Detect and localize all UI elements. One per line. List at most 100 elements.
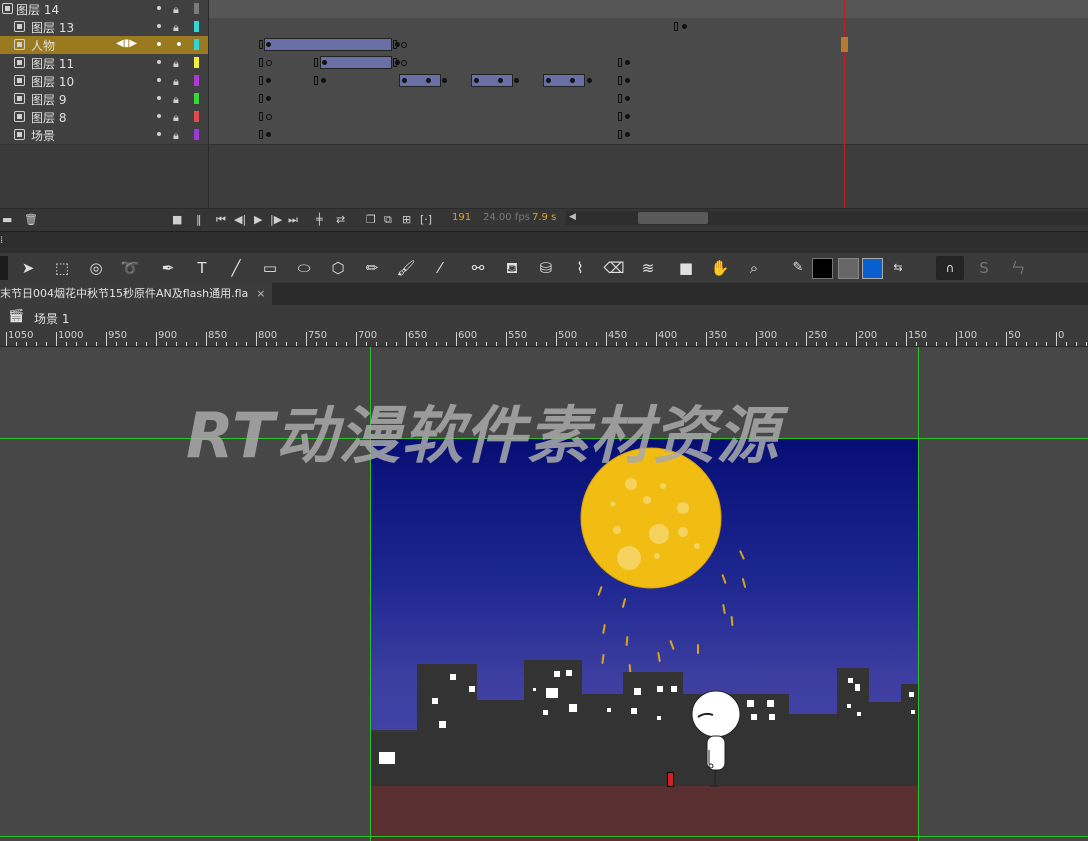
fill-color-swatch[interactable]	[862, 258, 883, 279]
keyframe-end-marker[interactable]	[618, 130, 622, 139]
keyframe[interactable]	[570, 78, 575, 83]
layer-color-swatch[interactable]	[194, 57, 199, 68]
scene-breadcrumb[interactable]: 场景 1	[34, 310, 69, 327]
frame-row[interactable]	[209, 90, 1088, 109]
pencil-icon[interactable]: ✏	[360, 256, 384, 280]
lock-icon[interactable]: 🔒︎	[173, 93, 179, 107]
keyframe[interactable]	[625, 96, 630, 101]
firework-tube[interactable]	[667, 772, 674, 787]
keyframe-end-marker[interactable]	[259, 76, 263, 85]
motion-tween-span[interactable]	[264, 38, 392, 51]
eraser-icon[interactable]: ⌫	[602, 256, 626, 280]
layer-row[interactable]: 场景 🔒︎	[0, 126, 208, 145]
loop-icon[interactable]: ⇄	[336, 213, 345, 226]
zoom-icon[interactable]: ⌕	[742, 256, 766, 280]
paint-brush-icon[interactable]: 🖌︎	[394, 256, 418, 280]
frame-row[interactable]	[209, 36, 1088, 55]
visibility-dot-icon[interactable]	[157, 60, 161, 64]
step-back-icon[interactable]: ◀|	[234, 213, 246, 226]
lasso-icon[interactable]: ➰	[118, 256, 142, 280]
ink-bottle-icon[interactable]: ⛁	[534, 256, 558, 280]
keyframe-end-marker[interactable]	[618, 112, 622, 121]
width-icon[interactable]: ≋	[636, 256, 660, 280]
camera-layer-icon[interactable]: ■	[172, 213, 182, 226]
bone-icon[interactable]: ⚯	[466, 256, 490, 280]
swap-colors-icon[interactable]: ⇆	[886, 256, 910, 280]
empty-keyframe[interactable]	[266, 60, 272, 66]
keyframe[interactable]	[321, 78, 326, 83]
layer-row-selected[interactable]: 人物 ◀▮▶	[0, 36, 208, 55]
onion-outline-icon[interactable]: ⧉	[384, 213, 392, 227]
current-frame-display[interactable]: 191	[452, 212, 471, 223]
lock-icon[interactable]: 🔒︎	[173, 111, 179, 125]
play-icon[interactable]: ▶	[254, 213, 262, 226]
layer-color-swatch[interactable]	[194, 93, 199, 104]
lock-icon[interactable]: 🔒︎	[173, 57, 179, 71]
frame-row[interactable]	[209, 54, 1088, 73]
keyframe[interactable]	[395, 42, 400, 47]
keyframe[interactable]	[625, 132, 630, 137]
keyframe[interactable]	[625, 78, 630, 83]
keyframe-end-marker[interactable]	[314, 76, 318, 85]
layer-color-swatch[interactable]	[194, 21, 199, 32]
frame-row[interactable]	[209, 0, 1088, 19]
close-tab-icon[interactable]: ×	[256, 287, 265, 300]
document-tab[interactable]: 末节日004烟花中秋节15秒原件AN及flash通用.fla ×	[0, 283, 272, 305]
layer-row[interactable]: 图层 13 🔒︎	[0, 18, 208, 37]
hand-icon[interactable]: ✋	[708, 256, 732, 280]
brush-icon[interactable]: ⁄	[428, 256, 452, 280]
lock-dot-icon[interactable]	[177, 42, 181, 46]
keyframe-end-marker[interactable]	[259, 130, 263, 139]
oval-icon[interactable]: ⬭	[292, 256, 316, 280]
guide-line-vertical[interactable]	[918, 347, 919, 841]
fill-color-icon[interactable]	[838, 258, 859, 279]
eyedropper-icon[interactable]: ⌇	[568, 256, 592, 280]
keyframe[interactable]	[266, 132, 271, 137]
new-folder-icon[interactable]: ▬	[2, 213, 12, 226]
line-icon[interactable]: ╱	[224, 256, 248, 280]
paint-bucket-icon[interactable]: ⛾	[500, 256, 524, 280]
free-transform-icon[interactable]: ⬚	[50, 256, 74, 280]
motion-tween-span[interactable]	[320, 56, 392, 69]
empty-keyframe[interactable]	[266, 114, 272, 120]
snap-to-objects-icon[interactable]: ∩	[936, 256, 964, 280]
stick-figure-character[interactable]	[689, 690, 745, 790]
clapperboard-icon[interactable]: 🎬︎	[8, 309, 25, 324]
visibility-dot-icon[interactable]	[157, 78, 161, 82]
keyframe-end-marker[interactable]	[259, 112, 263, 121]
keyframe[interactable]	[474, 78, 479, 83]
empty-keyframe[interactable]	[401, 60, 407, 66]
layer-color-swatch[interactable]	[194, 129, 199, 140]
keyframe-end-marker[interactable]	[618, 76, 622, 85]
stroke-color-swatch[interactable]	[812, 258, 833, 279]
keyframe[interactable]	[514, 78, 519, 83]
keyframe-end-marker[interactable]	[259, 94, 263, 103]
lock-icon[interactable]: 🔒︎	[173, 21, 179, 35]
layer-color-swatch[interactable]	[194, 39, 199, 50]
frame-row[interactable]	[209, 72, 1088, 91]
layer-row[interactable]: 图层 9 🔒︎	[0, 90, 208, 109]
step-forward-icon[interactable]: |▶	[270, 213, 282, 226]
keyframe-end-marker[interactable]	[674, 22, 678, 31]
go-to-last-frame-icon[interactable]: ⏭	[288, 213, 298, 227]
3d-rotation-icon[interactable]: ◎	[84, 256, 108, 280]
lock-icon[interactable]: 🔒︎	[173, 75, 179, 89]
layer-color-swatch[interactable]	[194, 75, 199, 86]
camera-icon[interactable]: ■	[674, 256, 698, 280]
horizontal-ruler[interactable]: 1050 1000 950 900 850 800 750 700 650 600 550 500 45…	[0, 330, 1088, 347]
keyframe-end-marker[interactable]	[259, 40, 263, 49]
playhead-frame-marker[interactable]	[841, 37, 848, 52]
lock-icon[interactable]: 🔒︎	[173, 3, 179, 17]
selection-icon[interactable]: ➤	[16, 256, 40, 280]
center-frame-icon[interactable]: ╪	[316, 213, 323, 226]
keyframe-end-marker[interactable]	[314, 58, 318, 67]
go-to-first-frame-icon[interactable]: ⏮	[216, 213, 226, 227]
lock-icon[interactable]: 🔒︎	[173, 129, 179, 143]
layer-color-swatch[interactable]	[194, 3, 199, 14]
toolbar-grip[interactable]	[0, 256, 8, 280]
panel-menu-icon[interactable]: ⁞	[0, 235, 3, 246]
frame-nav-icon[interactable]: ◀▮▶	[116, 38, 137, 49]
fps-display[interactable]: 24.00 fps	[483, 212, 530, 223]
rectangle-icon[interactable]: ▭	[258, 256, 282, 280]
frame-grid[interactable]	[209, 0, 1088, 208]
